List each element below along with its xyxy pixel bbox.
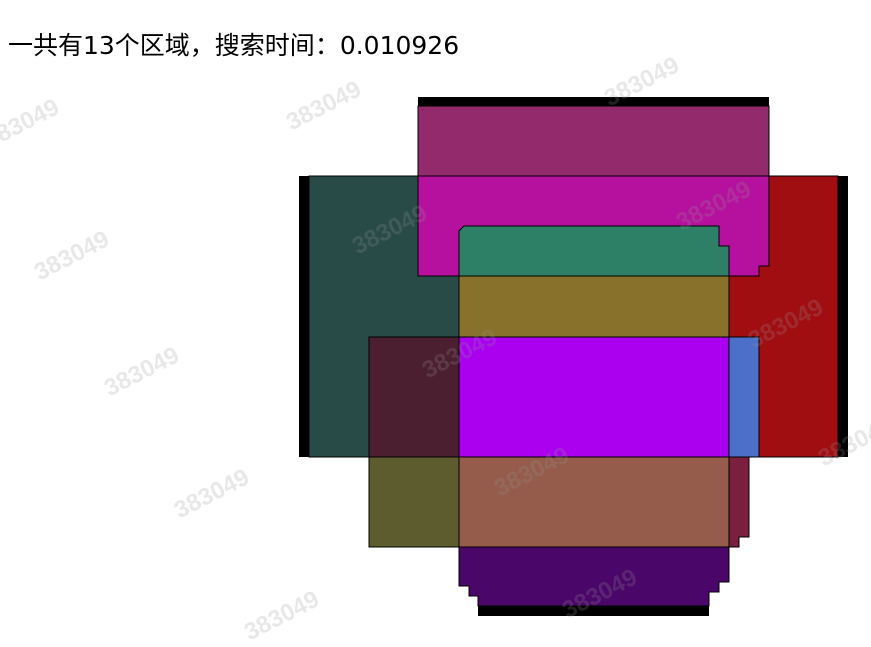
region-terracotta [458,456,730,548]
region-olive-green-bottom-left [368,456,460,548]
region-diagram [299,97,848,616]
region-indigo-bottom [458,546,730,607]
region-green [458,225,730,277]
border-bar-bottom [478,606,709,616]
border-bar-right [838,176,848,457]
region-violet-center [458,336,730,458]
border-bar-top [418,97,769,106]
region-olive [458,275,730,338]
region-dark-plum [368,336,460,458]
region-crimson-small [728,456,750,548]
border-bar-left [299,176,309,457]
region-top-maroon [417,105,770,177]
region-blue [728,336,760,458]
